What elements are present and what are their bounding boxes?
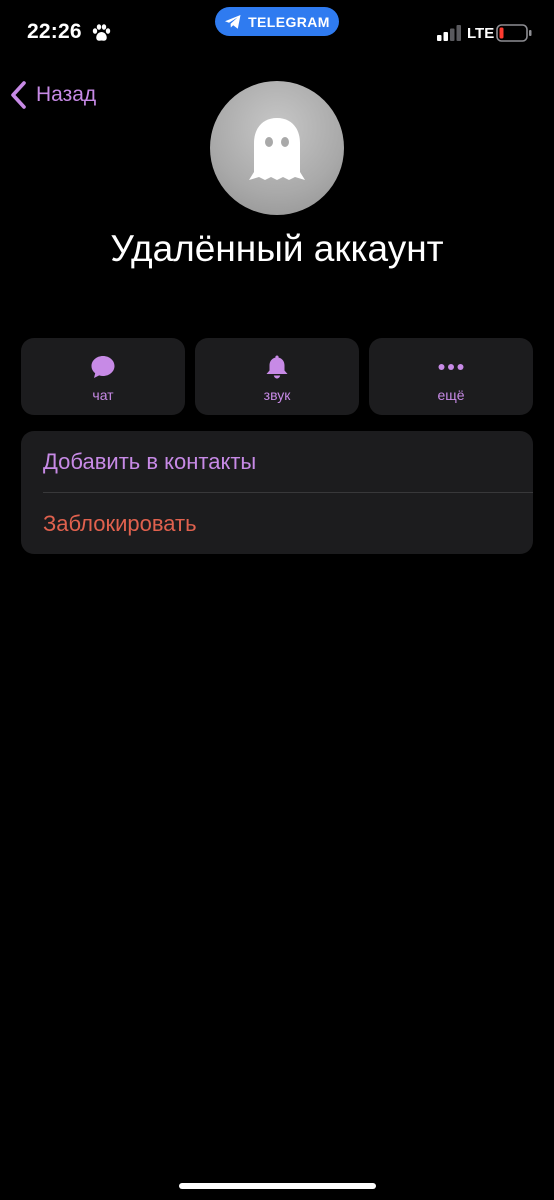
- more-dots-icon: [438, 364, 464, 370]
- status-time: 22:26: [27, 20, 82, 43]
- chat-button[interactable]: чат: [21, 338, 185, 415]
- add-to-contacts-item[interactable]: Добавить в контакты: [21, 431, 533, 492]
- app-pill-label: TELEGRAM: [248, 13, 330, 30]
- bell-icon: [266, 355, 288, 379]
- chevron-left-icon: [11, 81, 26, 109]
- options-list: Добавить в контакты Заблокировать: [21, 431, 533, 554]
- block-user-item[interactable]: Заблокировать: [21, 493, 533, 554]
- ghost-icon: [249, 118, 305, 180]
- action-row: чат звук ещё: [21, 338, 533, 415]
- sound-button[interactable]: звук: [195, 338, 359, 415]
- sound-label: звук: [263, 387, 291, 403]
- network-type: LTE: [467, 25, 495, 42]
- chat-label: чат: [92, 387, 114, 403]
- profile-name: Удалённый аккаунт: [110, 228, 444, 269]
- paw-icon: [92, 24, 111, 41]
- telegram-plane-icon: [225, 14, 241, 29]
- battery-icon: [496, 24, 532, 42]
- back-button[interactable]: Назад: [8, 78, 96, 112]
- home-indicator[interactable]: [179, 1183, 376, 1189]
- telegram-app-pill[interactable]: TELEGRAM: [215, 7, 339, 36]
- back-label: Назад: [36, 83, 97, 106]
- more-button[interactable]: ещё: [369, 338, 533, 415]
- cellular-signal-icon: [437, 25, 461, 41]
- more-label: ещё: [437, 387, 465, 403]
- status-bar: 22:26 TELEGRAM LTE: [0, 0, 554, 66]
- chat-bubble-icon: [91, 356, 115, 378]
- avatar[interactable]: [210, 81, 344, 215]
